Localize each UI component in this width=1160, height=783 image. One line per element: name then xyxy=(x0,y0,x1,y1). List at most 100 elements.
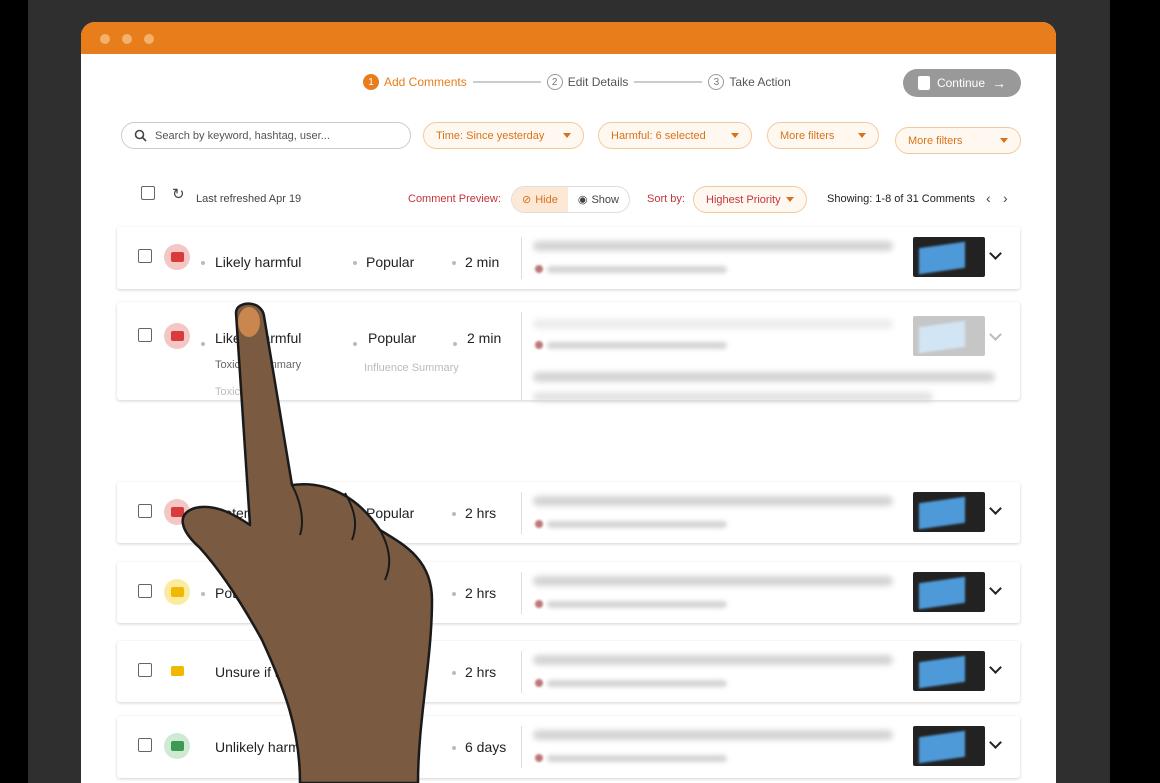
comment-row[interactable]: Potentially harmful Popular 2 hrs xyxy=(117,482,1020,543)
video-thumbnail[interactable] xyxy=(913,726,985,766)
comment-row[interactable]: Potentially harmful Popular 2 hrs xyxy=(117,562,1020,623)
comment-row[interactable]: Unsure if harmful Popular 2 hrs xyxy=(117,641,1020,702)
document-icon xyxy=(917,76,930,90)
chevron-down-icon[interactable] xyxy=(989,502,1002,515)
row-checkbox[interactable] xyxy=(138,328,152,342)
caret-down-icon xyxy=(858,133,866,138)
row-checkbox[interactable] xyxy=(138,584,152,598)
toxicity-summary-label: Toxicity Summary xyxy=(215,359,302,371)
hide-label: Hide xyxy=(535,193,558,206)
harmful-filter-dropdown[interactable]: Harmful: 6 selected xyxy=(598,122,752,149)
preview-toggle: ⊘ Hide ◉ Show xyxy=(511,186,630,213)
blurred-author-line xyxy=(547,521,727,528)
row-checkbox[interactable] xyxy=(138,249,152,263)
step-number: 2 xyxy=(546,74,563,90)
next-page-icon[interactable]: › xyxy=(1003,190,1008,206)
video-thumbnail[interactable] xyxy=(913,492,985,532)
search-icon xyxy=(134,129,147,142)
step-take-action[interactable]: 3 Take Action xyxy=(708,74,791,90)
bullet xyxy=(201,512,205,516)
video-thumbnail[interactable] xyxy=(913,572,985,612)
row-checkbox[interactable] xyxy=(138,504,152,518)
harm-category: Potentially harmful xyxy=(215,505,331,521)
step-edit-details[interactable]: 2 Edit Details xyxy=(546,74,628,90)
time-ago: 2 min xyxy=(467,330,502,346)
video-thumbnail[interactable] xyxy=(913,651,985,691)
sort-dropdown[interactable]: Highest Priority xyxy=(693,186,807,213)
bullet xyxy=(201,261,205,265)
more-filters-dropdown-2[interactable]: More filters xyxy=(895,127,1021,154)
select-all-checkbox[interactable] xyxy=(141,186,155,200)
row-flag-badge xyxy=(164,733,190,759)
step-number: 3 xyxy=(708,74,725,90)
divider xyxy=(521,237,522,279)
chevron-down-icon[interactable] xyxy=(989,736,1002,749)
author-avatar xyxy=(535,754,543,762)
step-label: Add Comments xyxy=(384,75,467,89)
author-avatar xyxy=(535,265,543,273)
window-dot-maximize[interactable] xyxy=(144,34,154,44)
blurred-author-line xyxy=(547,755,727,762)
chevron-down-icon[interactable] xyxy=(989,582,1002,595)
harm-category: Likely harmful xyxy=(215,254,302,270)
hide-preview-button[interactable]: ⊘ Hide xyxy=(512,187,568,212)
chevron-down-icon[interactable] xyxy=(989,328,1002,341)
bullet xyxy=(353,342,357,346)
left-bezel xyxy=(0,0,28,783)
divider xyxy=(521,312,522,400)
comment-row-expanded[interactable]: Likely harmful Toxicity Summary Toxicity… xyxy=(117,302,1020,402)
window-dot-minimize[interactable] xyxy=(122,34,132,44)
bullet xyxy=(353,746,357,750)
row-flag-badge xyxy=(164,499,190,525)
bullet xyxy=(452,746,456,750)
harm-category: Likely harmful xyxy=(215,330,302,346)
caret-down-icon xyxy=(563,133,571,138)
comment-row[interactable]: Unlikely harmful Popular 6 days xyxy=(117,716,1020,778)
flag-icon xyxy=(170,331,184,341)
caret-down-icon xyxy=(785,197,794,202)
showing-count: Showing: 1-8 of 31 Comments xyxy=(827,193,975,205)
row-checkbox[interactable] xyxy=(138,738,152,752)
blurred-author-line xyxy=(547,601,727,608)
window-titlebar xyxy=(81,22,1056,54)
more-filters-dropdown[interactable]: More filters xyxy=(767,122,879,149)
bullet xyxy=(452,512,456,516)
time-filter-dropdown[interactable]: Time: Since yesterday xyxy=(423,122,584,149)
video-thumbnail[interactable] xyxy=(913,316,985,356)
row-checkbox[interactable] xyxy=(138,663,152,677)
video-thumbnail[interactable] xyxy=(913,237,985,277)
row-flag-badge xyxy=(164,579,190,605)
prev-page-icon[interactable]: ‹ xyxy=(986,190,991,206)
bullet xyxy=(353,261,357,265)
continue-button[interactable]: Continue → xyxy=(903,69,1021,97)
harm-category: Unsure if harmful xyxy=(215,664,322,680)
window-dot-close[interactable] xyxy=(100,34,110,44)
step-add-comments[interactable]: 1 Add Comments xyxy=(363,74,467,90)
bullet xyxy=(452,592,456,596)
harm-category: Unlikely harmful xyxy=(215,739,315,755)
bullet xyxy=(353,671,357,675)
refresh-icon[interactable]: ↻ xyxy=(172,185,185,203)
popularity: Popular xyxy=(366,739,415,755)
time-ago: 2 min xyxy=(465,254,500,270)
divider xyxy=(521,726,522,768)
time-ago: 2 hrs xyxy=(465,664,497,680)
show-preview-button[interactable]: ◉ Show xyxy=(568,187,629,212)
chevron-down-icon[interactable] xyxy=(989,661,1002,674)
chevron-down-icon[interactable] xyxy=(989,247,1002,260)
step-connector xyxy=(634,81,703,83)
right-bezel xyxy=(1110,0,1160,783)
last-refreshed-text: Last refreshed Apr 19 xyxy=(196,193,302,205)
harmful-filter-label: Harmful: 6 selected xyxy=(611,129,706,142)
step-connector xyxy=(472,81,541,83)
comment-row[interactable]: Likely harmful Popular 2 min xyxy=(117,227,1020,289)
flag-icon xyxy=(170,666,184,676)
blurred-comment-full xyxy=(533,392,933,402)
caret-down-icon xyxy=(1000,138,1008,143)
time-filter-label: Time: Since yesterday xyxy=(436,129,545,142)
more-filters-label: More filters xyxy=(908,134,963,147)
eye-off-icon: ⊘ xyxy=(522,194,532,206)
time-ago: 2 hrs xyxy=(465,505,497,521)
search-input[interactable]: Search by keyword, hashtag, user... xyxy=(121,122,411,149)
bullet xyxy=(353,592,357,596)
